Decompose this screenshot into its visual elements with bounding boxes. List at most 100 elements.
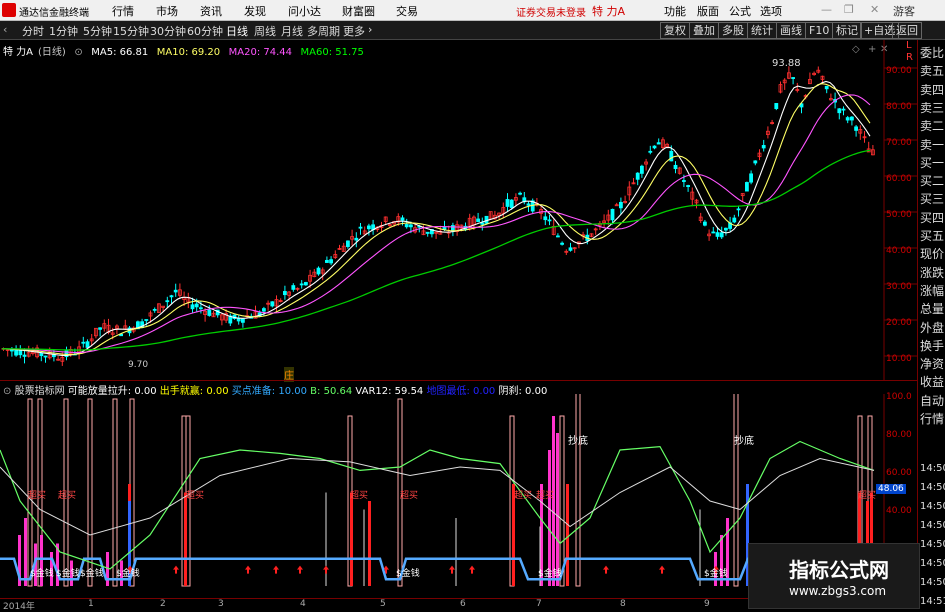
back-button[interactable]: 返回 <box>892 22 922 39</box>
side-panel-item[interactable]: 买五 <box>920 227 944 244</box>
side-panel-item[interactable]: 换手 <box>920 337 944 354</box>
menu-formula[interactable]: 公式 <box>729 3 751 19</box>
restore-icon[interactable]: ❐ <box>844 3 854 16</box>
candle-body <box>358 226 363 229</box>
period-tab-30min[interactable]: 30分钟 <box>150 23 186 39</box>
side-panel-item[interactable]: 14:50 <box>920 539 945 550</box>
candle-body <box>673 164 678 170</box>
signal-bar <box>559 415 565 587</box>
period-tab-time[interactable]: 分时 <box>22 23 44 39</box>
menu-market[interactable]: 市场 <box>156 3 178 19</box>
mark-button[interactable]: 标记 <box>832 22 862 39</box>
candle-body <box>282 291 287 296</box>
side-panel-item[interactable]: 行情 <box>920 410 944 427</box>
side-panel-item[interactable]: 卖二 <box>920 117 944 134</box>
period-tab-5min[interactable]: 5分钟 <box>83 23 112 39</box>
menu-options[interactable]: 选项 <box>760 3 782 19</box>
menu-ask[interactable]: 问小达 <box>288 3 321 19</box>
candle-body <box>22 354 27 357</box>
guest-label[interactable]: 游客 <box>893 3 915 19</box>
side-panel-item[interactable]: 外盘 <box>920 319 944 336</box>
side-panel-item[interactable]: 涨幅 <box>920 282 944 299</box>
ma60-line <box>1 149 871 351</box>
side-panel-item[interactable]: 买一 <box>920 154 944 171</box>
candle-body <box>543 216 548 221</box>
candle-body <box>81 341 86 344</box>
menu-discover[interactable]: 发现 <box>244 3 266 19</box>
statistics-button[interactable]: 统计 <box>747 22 777 39</box>
side-panel-item[interactable]: 自动 <box>920 392 944 409</box>
period-tab-1min[interactable]: 1分钟 <box>49 23 78 39</box>
adjust-button[interactable]: 复权 <box>660 22 690 39</box>
watermark-overlay: 指标公式网 www.zbgs3.com <box>748 543 920 609</box>
candle-body <box>270 301 275 307</box>
side-panel-item[interactable]: 14:50 <box>920 520 945 531</box>
menu-news[interactable]: 资讯 <box>200 3 222 19</box>
candle-body <box>299 283 304 286</box>
y-tick: 30.00 <box>886 282 912 292</box>
side-panel-item[interactable]: 买四 <box>920 209 944 226</box>
buy-arrow-icon <box>603 565 609 574</box>
candle-body <box>354 237 359 241</box>
overlay-button[interactable]: 叠加 <box>689 22 719 39</box>
overbought-label: 超买 <box>186 491 205 501</box>
side-panel-item[interactable]: 卖三 <box>920 99 944 116</box>
f10-button[interactable]: F10 <box>805 22 834 39</box>
side-panel-item[interactable]: 买三 <box>920 190 944 207</box>
side-panel-item[interactable]: 14:50 <box>920 558 945 569</box>
chevron-right-icon[interactable]: › <box>368 23 372 36</box>
period-tab-60min[interactable]: 60分钟 <box>187 23 223 39</box>
side-panel-item[interactable]: 卖五 <box>920 62 944 79</box>
overbought-label: 超买 <box>514 491 533 501</box>
login-notice[interactable]: 证券交易未登录 <box>516 4 586 19</box>
app-logo-icon <box>2 3 16 17</box>
side-panel-item[interactable]: 委比 <box>920 44 944 61</box>
candle-body <box>635 172 640 180</box>
close-icon[interactable]: ✕ <box>870 3 879 16</box>
side-panel-item[interactable]: 总量 <box>920 300 944 317</box>
menu-wealth[interactable]: 财富圈 <box>342 3 375 19</box>
period-tab-weekly[interactable]: 周线 <box>254 23 276 39</box>
side-panel-item[interactable]: 收益 <box>920 373 944 390</box>
menu-trade[interactable]: 交易 <box>396 3 418 19</box>
main-price-chart[interactable] <box>0 40 917 380</box>
side-panel-item[interactable]: 14:50 <box>920 463 945 474</box>
side-panel-item[interactable]: 净资 <box>920 355 944 372</box>
side-panel-item[interactable]: 涨跌 <box>920 264 944 281</box>
period-tab-15min[interactable]: 15分钟 <box>113 23 149 39</box>
candle-body <box>207 309 212 316</box>
side-panel-item[interactable]: 现价 <box>920 245 944 262</box>
side-panel-item[interactable]: 14:50 <box>920 577 945 588</box>
draw-line-button[interactable]: 画线 <box>776 22 806 39</box>
period-tab-daily[interactable]: 日线 <box>226 23 248 39</box>
buy-arrow-icon <box>659 565 665 574</box>
side-panel-item[interactable]: 卖一 <box>920 136 944 153</box>
side-panel-item[interactable]: 14:50 <box>920 482 945 493</box>
period-tab-monthly[interactable]: 月线 <box>281 23 303 39</box>
side-panel-item[interactable]: 14:50 <box>920 501 945 512</box>
period-tab-more[interactable]: 更多 <box>343 23 365 39</box>
menu-function[interactable]: 功能 <box>664 3 686 19</box>
side-panel-item[interactable]: 卖四 <box>920 81 944 98</box>
candle-body <box>404 224 409 228</box>
candle-body <box>711 231 716 234</box>
quote-side-panel: 委比 卖五卖四 卖三 卖二卖一 买一 买二 买三买四 买五 现价涨跌 涨幅 总量外盘 换手 净资 收益自动… <box>917 40 945 609</box>
side-panel-item[interactable]: 14:51 <box>920 596 945 607</box>
side-panel-item[interactable]: 买二 <box>920 172 944 189</box>
multi-stock-button[interactable]: 多股 <box>718 22 748 39</box>
ma-line <box>1 80 871 356</box>
menu-quotes[interactable]: 行情 <box>112 3 134 19</box>
candle-body <box>316 267 321 275</box>
watermark-title: 指标公式网 <box>789 558 889 582</box>
candle-body <box>476 218 481 222</box>
minimize-icon[interactable]: — <box>821 3 832 16</box>
candle-body <box>568 247 573 251</box>
chevron-left-icon[interactable]: ‹ <box>3 23 7 36</box>
candle-body <box>614 204 619 207</box>
ind-y-tick: 40.00 <box>886 506 912 516</box>
menu-layout[interactable]: 版面 <box>697 3 719 19</box>
candle-body <box>165 300 170 303</box>
candle-body <box>408 224 413 228</box>
period-tab-multi[interactable]: 多周期 <box>307 23 340 39</box>
candle-body <box>610 208 615 221</box>
